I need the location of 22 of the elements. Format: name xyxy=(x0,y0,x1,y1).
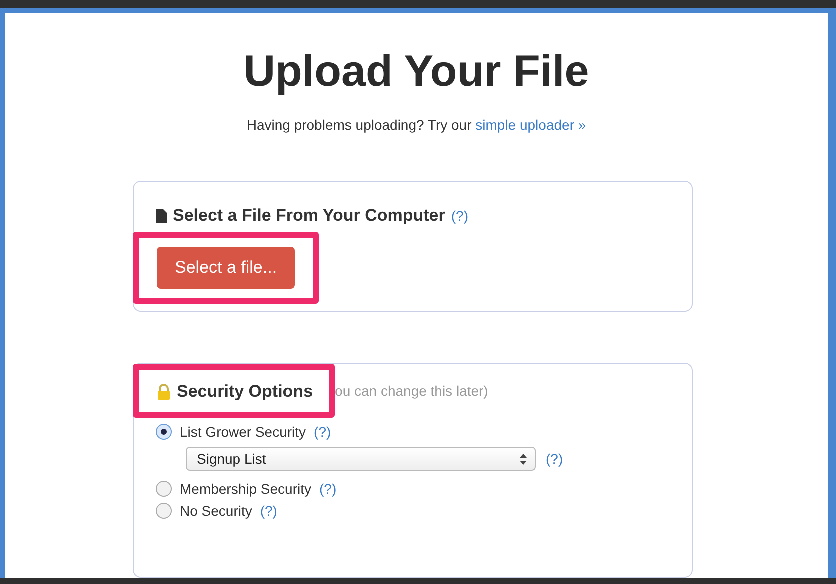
help-link[interactable]: (?) xyxy=(314,424,332,440)
option-label: List Grower Security xyxy=(180,424,306,440)
option-label: Membership Security xyxy=(180,481,312,498)
help-link[interactable]: (?) xyxy=(260,503,278,520)
page-title: Upload Your File xyxy=(244,47,590,97)
select-file-button[interactable]: Select a file... xyxy=(157,247,296,289)
list-dropdown[interactable]: Signup List xyxy=(186,447,536,472)
simple-uploader-link[interactable]: simple uploader » xyxy=(476,117,586,133)
section-heading: Security Options xyxy=(177,382,314,402)
section-heading: Select a File From Your Computer xyxy=(173,206,446,226)
help-link[interactable]: (?) xyxy=(320,481,337,498)
lock-icon xyxy=(157,384,171,400)
radio-button[interactable] xyxy=(156,481,172,498)
note-text: ou can change this later) xyxy=(335,383,488,400)
radio-button[interactable] xyxy=(156,424,172,440)
option-label: No Security xyxy=(180,503,252,520)
help-link[interactable]: (?) xyxy=(451,208,468,224)
dropdown-arrows-icon xyxy=(520,454,527,465)
subtitle-text: Having problems uploading? Try our xyxy=(246,117,472,133)
document-icon xyxy=(156,209,167,223)
radio-button[interactable] xyxy=(156,503,172,520)
help-link[interactable]: (?) xyxy=(546,451,564,468)
